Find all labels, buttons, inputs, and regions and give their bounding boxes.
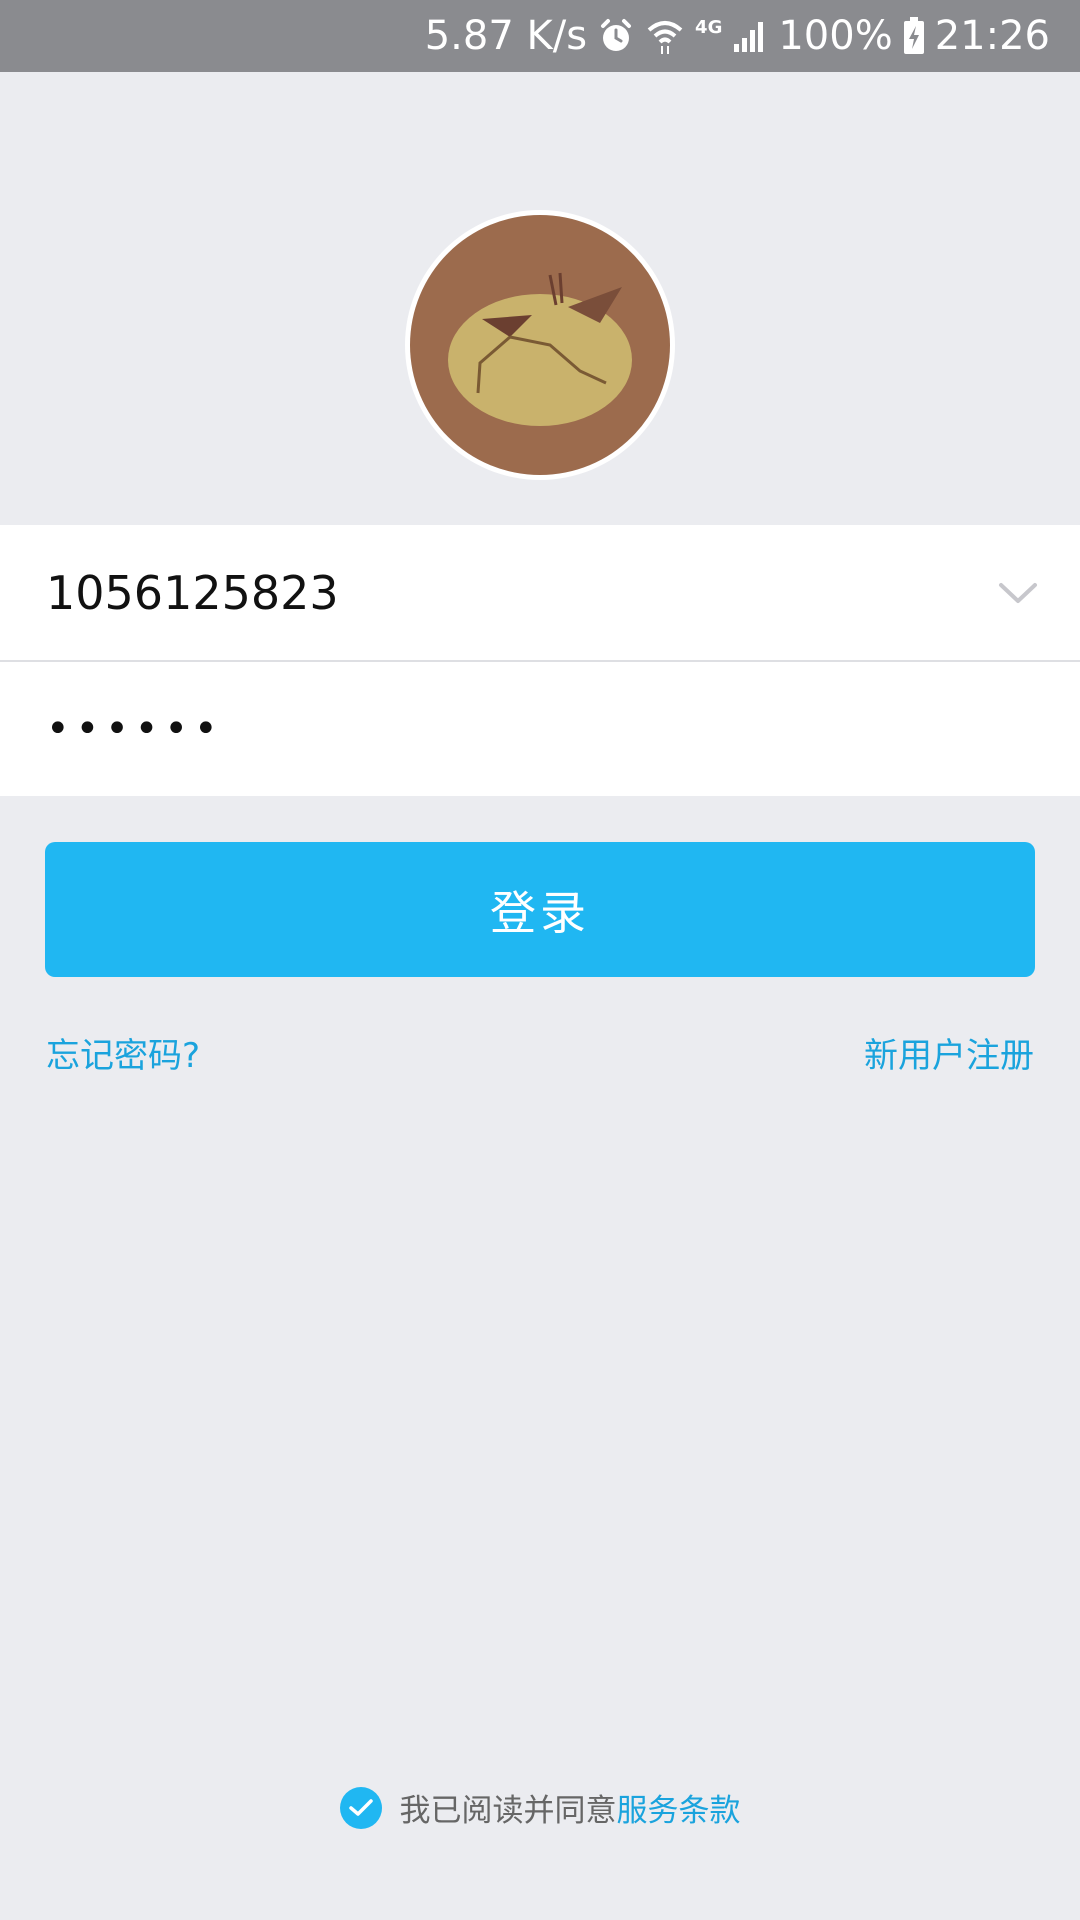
agree-checkbox[interactable] (339, 1786, 382, 1829)
net-speed: 5.87 K/s (424, 13, 588, 59)
battery-charging-icon (903, 17, 925, 55)
status-bar: 5.87 K/s 4G 100% 21:26 (0, 0, 1080, 72)
agreement: 我已阅读并同意 服务条款 (0, 1785, 1080, 1830)
login-form: •••••• (0, 525, 1080, 796)
bear-face-icon (410, 215, 670, 475)
checkmark-icon (348, 1798, 373, 1816)
register-link[interactable]: 新用户注册 (864, 1028, 1034, 1077)
clock-time: 21:26 (934, 13, 1050, 59)
battery-percent: 100% (778, 13, 893, 59)
forgot-password-link[interactable]: 忘记密码? (46, 1028, 200, 1077)
account-row (0, 525, 1080, 660)
avatar[interactable] (405, 210, 675, 480)
agreement-text: 我已阅读并同意 (399, 1793, 617, 1829)
signal-icon (732, 18, 768, 54)
password-input[interactable]: •••••• (46, 706, 1040, 752)
chevron-down-icon[interactable] (996, 578, 1040, 608)
network-type: 4G (695, 16, 723, 38)
alarm-icon (597, 17, 635, 55)
password-row: •••••• (0, 660, 1080, 795)
account-input[interactable] (46, 565, 996, 620)
terms-of-service-link[interactable]: 服务条款 (617, 1785, 741, 1830)
login-button[interactable]: 登录 (45, 842, 1035, 977)
wifi-icon (645, 16, 685, 56)
